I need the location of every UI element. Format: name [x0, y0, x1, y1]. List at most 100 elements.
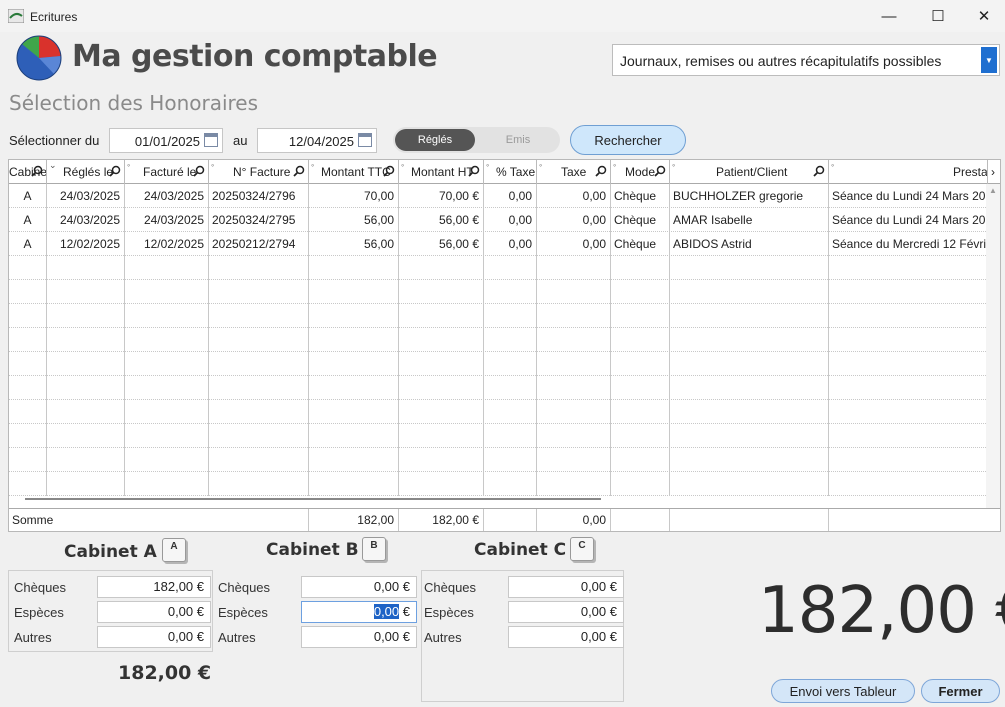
app-icon — [8, 9, 24, 23]
cell-montant-ht — [399, 472, 484, 496]
horizontal-scrollbar[interactable] — [25, 498, 601, 500]
cell-patient-client — [670, 280, 829, 304]
cabinet-c-autres-field[interactable]: 0,00 € — [508, 626, 624, 648]
cell-prestation — [829, 256, 987, 280]
cell-montant-ttc — [309, 304, 399, 328]
cabinet-b-autres-field[interactable]: 0,00 € — [301, 626, 417, 648]
cell-patient-client: BUCHHOLZER gregorie — [670, 184, 829, 208]
column-header-patient-client[interactable]: ◦ Patient/Client — [670, 160, 829, 184]
cell-pct-taxe — [484, 352, 537, 376]
column-header-n-facture[interactable]: ◦ N° Facture — [209, 160, 309, 184]
cell-montant-ht: 56,00 € — [399, 208, 484, 232]
search-icon[interactable] — [654, 165, 666, 177]
toggle-option-emis[interactable]: Emis — [478, 129, 558, 151]
cabinet-b-especes-field[interactable]: 0,00 € — [301, 601, 417, 623]
cabinet-b-cheques-field[interactable]: 0,00 € — [301, 576, 417, 598]
cell-taxe — [537, 472, 611, 496]
search-icon[interactable] — [193, 165, 205, 177]
cell-patient-client — [670, 256, 829, 280]
cell-prestation — [829, 280, 987, 304]
column-header-cabinet[interactable]: Cabine — [9, 160, 47, 184]
cell-n-facture: 20250212/2794 — [209, 232, 309, 256]
table-row[interactable] — [9, 280, 986, 304]
sort-icon: ⌄ — [49, 160, 57, 170]
cell-regles-le — [47, 424, 125, 448]
from-date-field[interactable]: 01/01/2025 — [109, 128, 223, 153]
cell-montant-ttc — [309, 352, 399, 376]
cell-montant-ttc — [309, 448, 399, 472]
cell-cabinet — [9, 280, 47, 304]
column-header-montant-ht[interactable]: ◦ Montant HT — [399, 160, 484, 184]
table-row[interactable]: A 24/03/2025 24/03/2025 20250324/2795 56,00 5… — [9, 208, 987, 232]
search-button[interactable]: Rechercher — [570, 125, 686, 155]
cabinet-c-especes-field[interactable]: 0,00 € — [508, 601, 624, 623]
table-row[interactable] — [9, 448, 986, 472]
journal-dropdown[interactable]: Journaux, remises ou autres récapitulati… — [612, 44, 1000, 76]
sort-icon: ◦ — [127, 160, 131, 170]
scroll-up-icon[interactable]: ▲ — [989, 186, 997, 195]
cabinet-a-cheques-field[interactable]: 182,00 € — [97, 576, 211, 598]
search-icon[interactable] — [293, 165, 305, 177]
cell-n-facture — [209, 472, 309, 496]
column-header-pct-taxe[interactable]: ◦% Taxe — [484, 160, 537, 184]
cell-n-facture: 20250324/2795 — [209, 208, 309, 232]
column-header-mode[interactable]: ◦ Mode — [611, 160, 670, 184]
cell-taxe — [537, 256, 611, 280]
minimize-button[interactable]: — — [867, 0, 911, 32]
table-row[interactable] — [9, 256, 986, 280]
column-header-prestation[interactable]: ◦Prestat — [829, 160, 987, 184]
search-icon[interactable] — [813, 165, 825, 177]
cell-regles-le: 24/03/2025 — [47, 208, 125, 232]
cell-montant-ht — [399, 328, 484, 352]
table-row[interactable] — [9, 352, 986, 376]
search-icon[interactable] — [109, 165, 121, 177]
cell-prestation — [829, 304, 987, 328]
table-row[interactable] — [9, 328, 986, 352]
cell-pct-taxe — [484, 328, 537, 352]
table-row[interactable] — [9, 376, 986, 400]
cell-n-facture — [209, 304, 309, 328]
vertical-scrollbar[interactable]: ▲ — [986, 184, 1000, 526]
table-row[interactable] — [9, 400, 986, 424]
table-row[interactable] — [9, 472, 986, 496]
cell-cabinet — [9, 256, 47, 280]
search-icon[interactable] — [31, 165, 43, 177]
chevron-down-icon[interactable]: ▼ — [981, 47, 997, 73]
cabinet-a-autres-field[interactable]: 0,00 € — [97, 626, 211, 648]
cell-cabinet: A — [9, 208, 47, 232]
table-row[interactable] — [9, 304, 986, 328]
cell-mode — [611, 448, 670, 472]
to-date-field[interactable]: 12/04/2025 — [257, 128, 377, 153]
cabinet-a-especes-field[interactable]: 0,00 € — [97, 601, 211, 623]
maximize-button[interactable]: ☐ — [916, 0, 960, 32]
cell-cabinet — [9, 304, 47, 328]
search-icon[interactable] — [468, 165, 480, 177]
table-row[interactable]: A 12/02/2025 12/02/2025 20250212/2794 56,00 5… — [9, 232, 987, 256]
column-header-facture-le[interactable]: ◦ Facturé le — [125, 160, 209, 184]
cabinet-c-cheques-field[interactable]: 0,00 € — [508, 576, 624, 598]
toggle-option-regles[interactable]: Réglés — [395, 129, 475, 151]
key-c-icon: C — [570, 537, 594, 561]
cell-taxe — [537, 400, 611, 424]
search-icon[interactable] — [383, 165, 395, 177]
cabinet-b-cheques-label: Chèques — [218, 580, 271, 595]
close-button[interactable]: Fermer — [921, 679, 1000, 703]
column-header-regles-le[interactable]: ⌄ Réglés le — [47, 160, 125, 184]
column-header-taxe[interactable]: ◦ Taxe — [537, 160, 611, 184]
column-header-montant-ttc[interactable]: ◦ Montant TTC — [309, 160, 399, 184]
cell-montant-ht — [399, 352, 484, 376]
cell-taxe — [537, 376, 611, 400]
export-spreadsheet-button[interactable]: Envoi vers Tableur — [771, 679, 915, 703]
table-row[interactable]: A 24/03/2025 24/03/2025 20250324/2796 70,00 7… — [9, 184, 987, 208]
sort-icon: ◦ — [831, 160, 835, 170]
cabinet-a-especes-label: Espèces — [14, 605, 64, 620]
close-window-button[interactable]: ✕ — [962, 0, 1005, 32]
table-row[interactable] — [9, 424, 986, 448]
scroll-right-button[interactable]: › — [987, 160, 1000, 184]
calendar-icon[interactable] — [204, 133, 218, 147]
from-date-label: Sélectionner du — [9, 133, 100, 148]
search-icon[interactable] — [595, 165, 607, 177]
paid-issued-toggle[interactable]: Réglés Emis — [393, 127, 560, 153]
calendar-icon[interactable] — [358, 133, 372, 147]
cell-montant-ht — [399, 400, 484, 424]
